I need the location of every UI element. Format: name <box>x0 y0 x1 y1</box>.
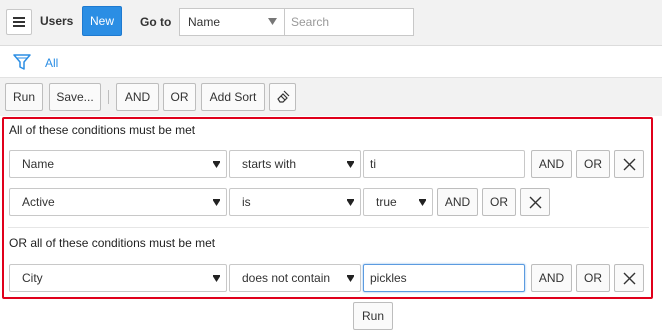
condition-or-button[interactable]: OR <box>576 150 610 178</box>
condition-field-select[interactable]: Active <box>9 188 227 216</box>
close-icon <box>529 196 541 208</box>
goto-selected-value: Name <box>188 15 221 29</box>
remove-condition-button[interactable] <box>614 264 644 292</box>
hamburger-icon <box>13 17 25 27</box>
close-icon <box>623 272 635 284</box>
group-divider <box>8 227 649 228</box>
run-button[interactable]: Run <box>5 83 43 111</box>
condition-operator-select[interactable]: starts with <box>229 150 361 178</box>
condition-and-button[interactable]: AND <box>531 264 572 292</box>
list-view-filter: All <box>0 46 662 78</box>
caret-down-icon <box>419 199 426 206</box>
condition-group-label: OR all of these conditions must be met <box>9 236 216 250</box>
condition-field-value: City <box>22 271 43 285</box>
condition-operator-value: is <box>242 195 251 209</box>
run-query-button[interactable]: Run <box>353 302 393 330</box>
goto-label: Go to <box>140 15 172 29</box>
add-sort-button[interactable]: Add Sort <box>201 83 265 111</box>
condition-operator-value: does not contain <box>242 271 331 285</box>
search-input[interactable] <box>284 8 414 36</box>
app-header: Users New Go to Name <box>0 0 662 46</box>
condition-field-select[interactable]: City <box>9 264 227 292</box>
page-title: Users <box>40 14 74 28</box>
condition-operator-select[interactable]: does not contain <box>229 264 361 292</box>
condition-operator-value: starts with <box>242 157 297 171</box>
remove-condition-button[interactable] <box>520 188 550 216</box>
condition-field-value: Name <box>22 157 55 171</box>
clear-filters-button[interactable] <box>269 83 296 111</box>
toolbar-divider <box>108 90 109 104</box>
condition-and-button[interactable]: AND <box>531 150 572 178</box>
condition-or-button[interactable]: OR <box>482 188 516 216</box>
close-icon <box>623 158 635 170</box>
caret-down-icon <box>213 199 220 206</box>
condition-group-label: All of these conditions must be met <box>9 123 196 137</box>
condition-or-button[interactable]: OR <box>576 264 610 292</box>
remove-condition-button[interactable] <box>614 150 644 178</box>
add-and-button[interactable]: AND <box>116 83 159 111</box>
condition-value-input[interactable] <box>363 264 525 292</box>
caret-down-icon <box>347 161 354 168</box>
condition-value: true <box>376 195 397 209</box>
query-toolbar: Run Save... AND OR Add Sort <box>0 78 662 116</box>
filter-all-link[interactable]: All <box>45 56 58 70</box>
caret-down-icon <box>213 275 220 282</box>
caret-down-icon <box>213 161 220 168</box>
caret-down-icon <box>347 199 354 206</box>
condition-value-input[interactable] <box>363 150 525 178</box>
goto-field-select[interactable]: Name <box>179 8 285 36</box>
caret-down-icon <box>347 275 354 282</box>
condition-value-select[interactable]: true <box>363 188 433 216</box>
new-button[interactable]: New <box>82 6 122 36</box>
eraser-icon <box>276 90 289 103</box>
condition-and-button[interactable]: AND <box>437 188 478 216</box>
condition-operator-select[interactable]: is <box>229 188 361 216</box>
save-button[interactable]: Save... <box>49 83 101 111</box>
caret-down-icon <box>268 18 277 25</box>
filter-icon[interactable] <box>13 53 31 71</box>
condition-field-select[interactable]: Name <box>9 150 227 178</box>
add-or-button[interactable]: OR <box>163 83 196 111</box>
hamburger-menu-button[interactable] <box>6 9 32 35</box>
condition-field-value: Active <box>22 195 55 209</box>
filter-conditions-panel: All of these conditions must be met Name… <box>2 117 653 299</box>
